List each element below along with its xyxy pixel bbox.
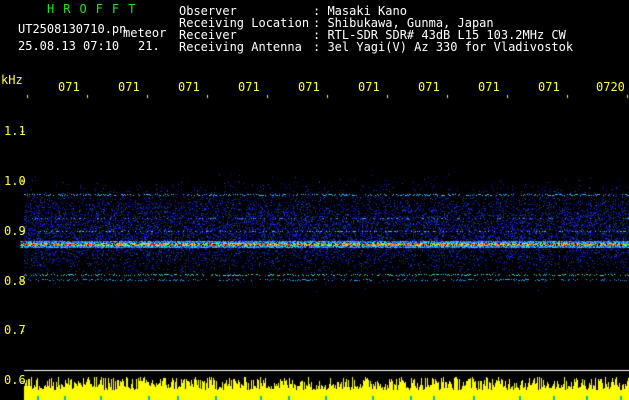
spectrogram-canvas	[0, 0, 629, 400]
meteor-count: 21.	[138, 39, 160, 53]
time-tick-label: 071	[298, 80, 320, 94]
time-tick-label: 071	[118, 80, 140, 94]
antenna-label: Receiving Antenna	[179, 40, 302, 54]
time-tick-label: 071	[238, 80, 260, 94]
hrofft-screen: HROFFT UT2508130710.pn meteor 25.08.13 0…	[0, 0, 629, 400]
filename: UT2508130710.pn	[18, 22, 127, 36]
time-tick-label: 071	[478, 80, 500, 94]
y-tick-label: 1.1	[4, 124, 26, 138]
time-tick-label: 071	[178, 80, 200, 94]
y-tick-label: 0.8	[4, 274, 26, 288]
axis-unit: kHz	[1, 73, 23, 87]
datetime: 25.08.13 07:10	[18, 39, 120, 53]
app-logo: HROFFT	[47, 2, 145, 16]
y-tick-label: 0.9	[4, 224, 26, 238]
time-tick-label: 071	[538, 80, 560, 94]
time-tick-label: 071	[418, 80, 440, 94]
antenna-value: : 3el Yagi(V) Az 330 for Vladivostok	[313, 40, 574, 54]
time-tick-label: 071	[58, 80, 80, 94]
meteor-label: meteor	[123, 26, 167, 40]
y-tick-label: 0.6	[4, 373, 26, 387]
time-tick-label: 0720	[596, 80, 625, 94]
time-tick-label: 071	[358, 80, 380, 94]
y-tick-label: 0.7	[4, 323, 26, 337]
y-tick-label: 1.0	[4, 174, 26, 188]
